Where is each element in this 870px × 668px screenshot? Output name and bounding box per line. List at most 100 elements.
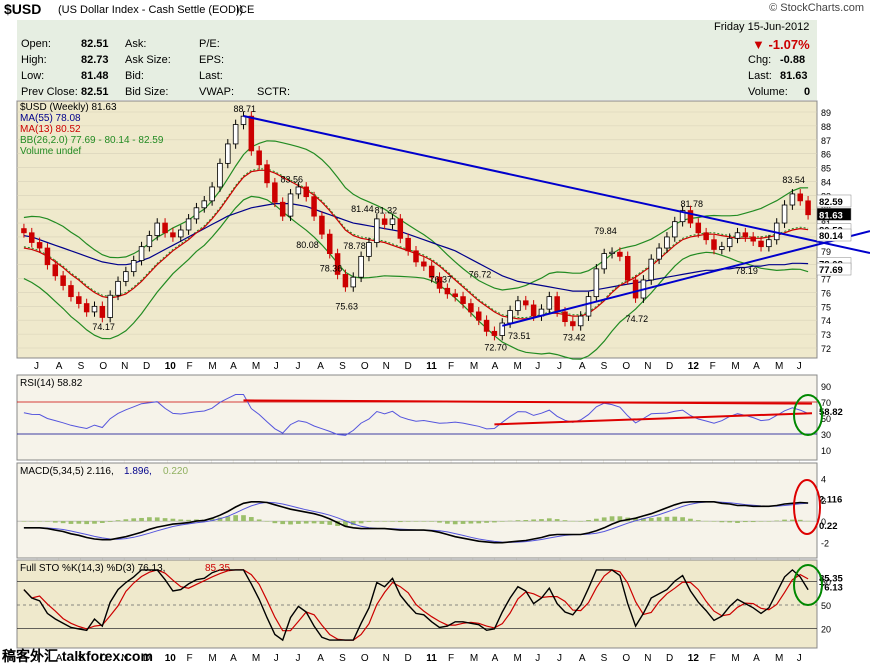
- macd-histogram-bar: [382, 521, 387, 522]
- x-tick-label: O: [622, 653, 630, 664]
- macd-histogram-bar: [397, 521, 403, 523]
- price-tick-label: 73: [821, 330, 831, 340]
- macd-histogram-bar: [366, 521, 372, 522]
- candle-body: [256, 150, 262, 166]
- macd-histogram-bar: [460, 521, 466, 524]
- candle-body: [107, 294, 113, 318]
- macd-histogram-bar: [21, 521, 27, 522]
- x-tick-label: A: [753, 653, 760, 664]
- candle-body: [52, 264, 59, 277]
- x-tick-label: 11: [426, 361, 437, 372]
- candle-body: [577, 315, 584, 327]
- x-tick-label: J: [557, 653, 562, 664]
- legend-ma13: MA(13) 80.52: [20, 124, 81, 135]
- price-annotation: 74.17: [92, 322, 115, 332]
- macd-histogram-bar: [656, 517, 662, 522]
- candle-body: [507, 310, 513, 324]
- macd-histogram-bar: [296, 521, 301, 524]
- candle-body: [115, 280, 121, 296]
- macd-histogram-bar: [115, 520, 121, 522]
- macd-histogram-bar: [594, 518, 599, 522]
- x-tick-label: S: [78, 361, 85, 372]
- candle-body: [287, 193, 294, 217]
- macd-histogram-bar: [539, 519, 544, 522]
- x-tick-label: 11: [426, 653, 437, 664]
- price-tick-label: 86: [821, 150, 831, 160]
- price-annotation: 81.44: [351, 204, 374, 214]
- candle-body: [374, 218, 380, 243]
- candle-body: [632, 279, 639, 299]
- legend-volume: Volume undef: [20, 146, 81, 157]
- macd-histogram-bar: [311, 521, 317, 524]
- macd-histogram-bar: [758, 521, 764, 522]
- x-tick-label: A: [579, 653, 586, 664]
- price-annotation: 76.37: [430, 274, 453, 284]
- candle-body: [766, 239, 772, 248]
- macd-histogram-bar: [499, 521, 505, 522]
- price-tick-label: 88: [821, 122, 831, 132]
- x-tick-label: S: [601, 653, 608, 664]
- candle-body: [515, 300, 521, 311]
- right-value-label: 82.59: [819, 197, 843, 208]
- price-annotation: 81.32: [375, 206, 398, 216]
- candle-body: [83, 303, 90, 313]
- macd-histogram-bar: [476, 521, 482, 524]
- candle-body: [170, 232, 176, 238]
- candle-body: [703, 232, 709, 241]
- price-annotation: 73.51: [508, 331, 531, 341]
- price-annotation: 81.78: [680, 199, 703, 209]
- macd-histogram-bar: [233, 515, 238, 522]
- sto-label-b: 85.35: [205, 563, 230, 574]
- watermark: 稿客外汇 talkforex.com: [2, 648, 153, 664]
- price-tick-label: 85: [821, 164, 831, 174]
- price-tick-label: 84: [821, 177, 831, 187]
- x-tick-label: F: [710, 361, 716, 372]
- macd-histogram-bar: [468, 521, 474, 524]
- macd-histogram-bar: [107, 521, 113, 522]
- macd-histogram-bar: [586, 520, 591, 522]
- x-tick-label: O: [622, 361, 630, 372]
- sto-tick-label: 50: [821, 601, 831, 611]
- candle-body: [444, 287, 451, 295]
- x-tick-label: M: [470, 361, 478, 372]
- x-tick-label: D: [404, 653, 411, 664]
- candle-body: [366, 242, 372, 257]
- candle-body: [609, 251, 615, 254]
- candle-body: [530, 304, 537, 317]
- x-tick-label: M: [775, 361, 783, 372]
- macd-tick-label: 4: [821, 475, 826, 485]
- candle-body: [468, 303, 474, 313]
- macd-value-label: 2.116: [819, 495, 842, 506]
- macd-histogram-bar: [390, 521, 395, 522]
- macd-histogram-bar: [131, 518, 137, 522]
- macd-histogram-bar: [688, 518, 693, 522]
- macd-histogram-bar: [405, 521, 411, 522]
- x-tick-label: F: [187, 361, 193, 372]
- x-tick-label: M: [513, 653, 521, 664]
- macd-histogram-bar: [554, 519, 560, 522]
- rsi-tick-label: 30: [821, 430, 831, 440]
- macd-histogram-bar: [437, 521, 442, 523]
- macd-histogram-bar: [774, 520, 780, 522]
- candle-body: [295, 186, 302, 195]
- macd-histogram-bar: [52, 521, 58, 523]
- macd-histogram-bar: [805, 520, 811, 522]
- macd-histogram-bar: [790, 519, 795, 522]
- candle-body: [60, 275, 66, 286]
- x-tick-label: A: [579, 361, 586, 372]
- candle-body: [193, 207, 200, 220]
- x-tick-label: D: [404, 361, 411, 372]
- price-annotation: 72.70: [484, 342, 507, 352]
- candle-body: [146, 235, 153, 248]
- macd-histogram-bar: [413, 521, 419, 522]
- macd-histogram-bar: [609, 516, 615, 522]
- right-value-label: 81.63: [819, 210, 843, 221]
- macd-histogram-bar: [139, 517, 144, 522]
- candle-body: [358, 255, 364, 278]
- x-tick-label: O: [361, 361, 369, 372]
- price-annotation: 79.84: [594, 226, 617, 236]
- price-tick-label: 74: [821, 316, 831, 326]
- x-tick-label: J: [274, 653, 279, 664]
- macd-histogram-bar: [578, 521, 584, 522]
- macd-histogram-bar: [515, 520, 521, 522]
